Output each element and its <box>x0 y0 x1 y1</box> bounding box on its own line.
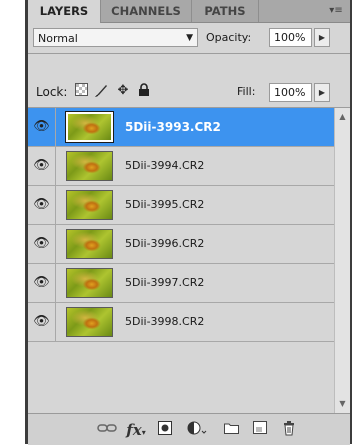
layer-style-icon[interactable]: fx▾ <box>123 421 149 439</box>
layer-row[interactable]: 👁 5Dii-3995.CR2 <box>28 186 334 225</box>
visibility-eye-icon[interactable]: 👁 <box>28 264 56 302</box>
layer-name[interactable]: 5Dii-3998.CR2 <box>125 303 204 341</box>
opacity-slider-toggle-icon[interactable]: ▶ <box>314 28 330 47</box>
opacity-label: Opacity: <box>206 31 252 44</box>
opacity-field[interactable]: 100% <box>269 28 312 47</box>
new-group-icon[interactable] <box>220 421 242 439</box>
lock-label: Lock: <box>36 85 68 99</box>
tab-paths[interactable]: PATHS <box>192 0 259 22</box>
panel-tabbar: LAYERS CHANNELS PATHS ▾≡ <box>28 0 350 23</box>
layer-name[interactable]: 5Dii-3997.CR2 <box>125 264 204 302</box>
layer-thumbnail <box>65 111 114 143</box>
blend-mode-value: Normal <box>38 32 78 45</box>
layer-mask-icon[interactable] <box>154 421 176 439</box>
scroll-down-icon[interactable]: ▼ <box>335 397 350 411</box>
workspace-background <box>0 0 25 444</box>
link-layers-icon[interactable] <box>96 421 118 439</box>
chevron-down-icon: ▼ <box>186 33 193 43</box>
layer-thumbnail <box>66 307 113 337</box>
visibility-eye-icon[interactable]: 👁 <box>28 147 56 185</box>
lock-transparent-icon[interactable] <box>73 83 89 99</box>
tab-layers[interactable]: LAYERS <box>28 0 101 23</box>
layer-name[interactable]: 5Dii-3995.CR2 <box>125 186 204 224</box>
lock-all-icon[interactable] <box>136 83 152 99</box>
layer-name[interactable]: 5Dii-3994.CR2 <box>125 147 204 185</box>
layer-thumbnail <box>66 268 113 298</box>
lock-image-icon[interactable] <box>93 83 109 99</box>
layer-row[interactable]: 👁 5Dii-3998.CR2 <box>28 303 334 342</box>
layer-row[interactable]: 👁 5Dii-3994.CR2 <box>28 147 334 186</box>
visibility-eye-icon[interactable]: 👁 <box>28 303 56 341</box>
layer-name[interactable]: 5Dii-3996.CR2 <box>125 225 204 263</box>
layer-row[interactable]: 👁 5Dii-3993.CR2 <box>28 108 334 147</box>
layers-scrollbar[interactable]: ▲ ▼ <box>334 108 350 413</box>
layer-row[interactable]: 👁 5Dii-3997.CR2 <box>28 264 334 303</box>
layer-thumbnail <box>66 190 113 220</box>
layer-thumbnail <box>66 229 113 259</box>
layers-list: 👁 5Dii-3993.CR2 👁 5Dii-3994.CR2 👁 5Dii-3… <box>28 108 350 413</box>
fill-label: Fill: <box>237 85 256 98</box>
delete-layer-icon[interactable] <box>278 421 300 439</box>
visibility-eye-icon[interactable]: 👁 <box>28 225 56 263</box>
layer-name[interactable]: 5Dii-3993.CR2 <box>125 108 221 146</box>
fill-slider-toggle-icon[interactable]: ▶ <box>314 83 330 102</box>
scroll-up-icon[interactable]: ▲ <box>335 110 350 124</box>
layers-toolbar: fx▾ <box>28 413 350 445</box>
adjustment-layer-icon[interactable] <box>184 421 210 439</box>
layers-panel: LAYERS CHANNELS PATHS ▾≡ Normal ▼ Opacit… <box>28 0 350 445</box>
new-layer-icon[interactable] <box>249 421 271 439</box>
layer-row[interactable]: 👁 5Dii-3996.CR2 <box>28 225 334 264</box>
visibility-eye-icon[interactable]: 👁 <box>28 108 56 146</box>
fill-field[interactable]: 100% <box>269 83 312 102</box>
layer-thumbnail <box>66 151 113 181</box>
panel-menu-icon[interactable]: ▾≡ <box>325 1 347 21</box>
tab-channels[interactable]: CHANNELS <box>101 0 192 22</box>
lock-row: Lock: ✥ Fill: 100% ▶ <box>28 77 350 107</box>
visibility-eye-icon[interactable]: 👁 <box>28 186 56 224</box>
lock-position-icon[interactable]: ✥ <box>115 83 131 99</box>
blend-mode-select[interactable]: Normal ▼ <box>33 28 198 47</box>
blend-row: Normal ▼ Opacity: 100% ▶ <box>28 22 350 52</box>
divider <box>28 53 350 54</box>
